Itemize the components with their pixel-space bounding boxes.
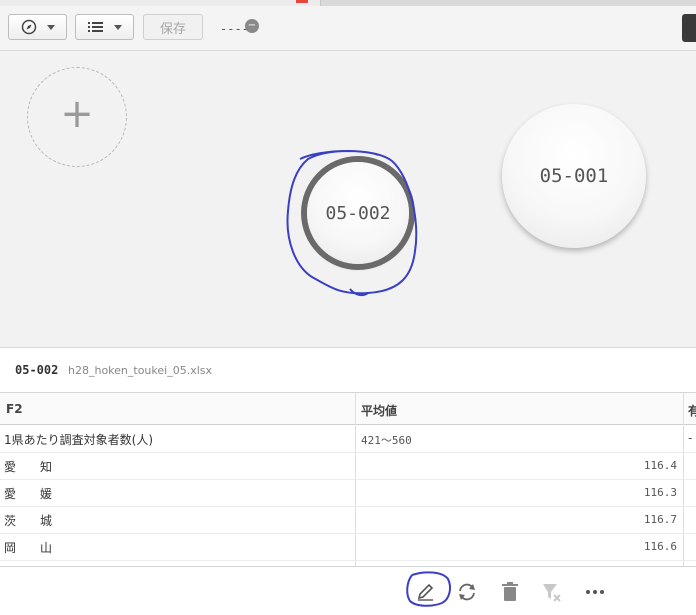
filter-clear-icon[interactable]: [540, 580, 564, 604]
chevron-down-icon: [46, 24, 55, 30]
column-header[interactable]: 平均値: [361, 402, 397, 419]
column-header[interactable]: 有: [688, 402, 696, 419]
trash-icon[interactable]: [498, 580, 522, 604]
table-header: F2 平均値 有: [0, 393, 696, 425]
toolbar: 保存 ----- −: [0, 6, 696, 51]
more-icon[interactable]: [583, 580, 607, 604]
table-cell: 岡 山: [4, 541, 53, 555]
compass-icon: [21, 19, 36, 35]
compass-menu-button[interactable]: [8, 14, 67, 40]
table-row[interactable]: 愛 媛 116.3: [0, 479, 696, 507]
table-cell: 1県あたり調査対象者数(人): [4, 433, 153, 447]
refresh-icon[interactable]: [455, 580, 479, 604]
annotation-scribble: [286, 150, 418, 297]
tab-indicator: [296, 0, 308, 3]
table-row[interactable]: 岡 山 116.6: [0, 533, 696, 561]
table-cell: 茨 城: [4, 514, 53, 528]
table-cell: 愛 知: [4, 460, 53, 474]
table-cell: -: [688, 431, 693, 445]
list-menu-button[interactable]: [75, 14, 134, 40]
column-header[interactable]: F2: [6, 402, 23, 416]
toolbar-right-button[interactable]: [682, 14, 696, 42]
table-row[interactable]: 1県あたり調査対象者数(人) 421～560 -: [0, 425, 696, 453]
table-cell: 116.6: [643, 540, 677, 553]
minus-icon[interactable]: −: [245, 19, 259, 33]
table-cell: 116.4: [643, 459, 677, 472]
table-cell: 愛 媛: [4, 487, 53, 501]
file-name: h28_hoken_toukei_05.xlsx: [68, 364, 213, 377]
list-icon: [87, 22, 103, 32]
save-button[interactable]: 保存: [143, 14, 203, 40]
table-row[interactable]: 茨 城 116.7: [0, 506, 696, 534]
table-cell: 421～560: [361, 434, 412, 447]
data-table: F2 平均値 有 1県あたり調査対象者数(人) 421～560 - 愛 知 11…: [0, 393, 696, 566]
table-row[interactable]: 愛 知 116.4: [0, 452, 696, 480]
table-cell: 116.3: [643, 486, 677, 499]
table-cell: 116.7: [643, 513, 677, 526]
action-footer: [0, 566, 696, 615]
chevron-down-icon: [113, 24, 122, 30]
bubble-canvas: + 05-002 05-001: [0, 51, 696, 348]
selection-highlight-scribble: [406, 571, 451, 607]
selection-info-bar: 05-002 h28_hoken_toukei_05.xlsx: [0, 348, 696, 393]
selection-code: 05-002: [15, 363, 59, 377]
